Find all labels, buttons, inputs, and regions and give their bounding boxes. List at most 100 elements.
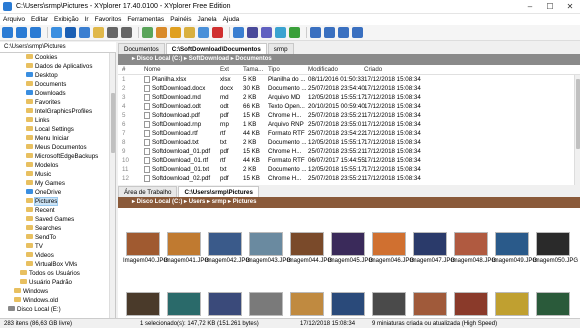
- thumbnail-image[interactable]: [413, 292, 447, 316]
- menu-arquivo[interactable]: Arquivo: [0, 14, 28, 25]
- tab-softdownload-documentos[interactable]: C:\SoftDownload\Documentos: [165, 42, 267, 54]
- thumbnail-image[interactable]: [495, 232, 529, 256]
- tree-item[interactable]: Todos os Usuários: [20, 269, 80, 278]
- menu-paineis[interactable]: Painéis: [167, 14, 194, 25]
- table-row[interactable]: 10 SoftDownload_01.rtf rtf 44 KB Formato RTF…: [118, 156, 580, 165]
- close-button[interactable]: ✕: [560, 0, 580, 14]
- thumbnail-image[interactable]: [454, 232, 488, 256]
- tree-item[interactable]: Links: [26, 116, 49, 125]
- copy-path-icon[interactable]: [142, 27, 153, 38]
- col-size[interactable]: Tama...: [243, 65, 263, 75]
- back-icon[interactable]: [2, 27, 13, 38]
- redo-icon[interactable]: [121, 27, 132, 38]
- table-row[interactable]: 4 SoftDownload.odt odt 66 KB Texto Open... 20…: [118, 102, 580, 111]
- delete-icon[interactable]: [212, 27, 223, 38]
- thumbnail-image[interactable]: [331, 292, 365, 316]
- thumbnail-image[interactable]: [372, 232, 406, 256]
- tree-scrollbar[interactable]: [109, 53, 115, 318]
- thumbnail-image[interactable]: [536, 232, 570, 256]
- menu-ajuda[interactable]: Ajuda: [220, 14, 243, 25]
- menu-ir[interactable]: Ir: [82, 14, 92, 25]
- thumbnail-image[interactable]: [372, 292, 406, 316]
- tree-icon[interactable]: [289, 27, 300, 38]
- tree-item[interactable]: Videos: [26, 251, 54, 260]
- thumbnail-image[interactable]: [536, 292, 570, 316]
- table-row[interactable]: 7 SoftDownload.rtf rtf 44 KB Formato RTF 25/0…: [118, 129, 580, 138]
- tree-item[interactable]: Modelos: [26, 161, 58, 170]
- magnifier-icon[interactable]: [233, 27, 244, 38]
- table-row[interactable]: 8 SoftDownload.txt txt 2 KB Documento ... 12/…: [118, 138, 580, 147]
- col-ext[interactable]: Ext: [220, 65, 229, 75]
- thumbnail-image[interactable]: [208, 292, 242, 316]
- tree-item[interactable]: Disco Local (E:): [8, 305, 61, 314]
- table-row[interactable]: 2 SoftDownload.docx docx 30 KB Documento ...…: [118, 84, 580, 93]
- menu-ferramentas[interactable]: Ferramentas: [124, 14, 167, 25]
- tree-item[interactable]: Local Settings: [26, 125, 74, 134]
- menu-editar[interactable]: Editar: [28, 14, 51, 25]
- search-icon[interactable]: [79, 27, 90, 38]
- tab-documentos[interactable]: Documentos: [118, 42, 165, 54]
- undo-icon[interactable]: [107, 27, 118, 38]
- col-created[interactable]: Criado: [364, 65, 382, 75]
- maximize-button[interactable]: ☐: [540, 0, 560, 14]
- tree-item[interactable]: Windows: [14, 287, 48, 296]
- thumbnail-image[interactable]: [454, 292, 488, 316]
- thumbnail-image[interactable]: [249, 292, 283, 316]
- properties-icon[interactable]: [170, 27, 181, 38]
- thumbnail-image[interactable]: [167, 232, 201, 256]
- tab-pictures[interactable]: C:\Users\srmp\Pictures: [178, 186, 259, 197]
- tree-item[interactable]: OneDrive: [26, 188, 61, 197]
- thumbnail-image[interactable]: [413, 232, 447, 256]
- tree-item[interactable]: Favorites: [26, 98, 60, 107]
- home-icon[interactable]: [51, 27, 62, 38]
- tree-item[interactable]: VirtualBox VMs: [26, 260, 77, 269]
- rename-icon[interactable]: [156, 27, 167, 38]
- thumbnail-image[interactable]: [249, 232, 283, 256]
- panel-icon[interactable]: [310, 27, 321, 38]
- tree-item[interactable]: Menu Iniciar: [26, 134, 69, 143]
- table-row[interactable]: 6 SoftDownload.rnp rnp 1 KB Arquivo RNP 25/07…: [118, 120, 580, 129]
- filter-icon[interactable]: [247, 27, 258, 38]
- col-type[interactable]: Tipo: [268, 65, 280, 75]
- thumbnail-image[interactable]: [126, 232, 160, 256]
- thumbnail-image[interactable]: [167, 292, 201, 316]
- tree-item[interactable]: MicrosoftEdgeBackups: [26, 152, 98, 161]
- up-icon[interactable]: [30, 27, 41, 38]
- table-row[interactable]: 3 SoftDownload.md md 2 KB Arquivo MD 12/05/20…: [118, 93, 580, 102]
- menu-exibicao[interactable]: Exibição: [51, 14, 82, 25]
- thumbnail-image[interactable]: [290, 232, 324, 256]
- tree-item[interactable]: IntelGraphicsProfiles: [26, 107, 92, 116]
- tree-item[interactable]: Music: [26, 170, 51, 179]
- tree-item[interactable]: SendTo: [26, 233, 56, 242]
- tree-item[interactable]: Searches: [26, 224, 61, 233]
- tab-srmp[interactable]: srmp: [267, 42, 294, 54]
- col-name[interactable]: Nome: [144, 65, 161, 75]
- table-row[interactable]: 12 Softdownload_02.pdf pdf 15 KB Chrome H...…: [118, 174, 580, 183]
- thumbnail-image[interactable]: [495, 292, 529, 316]
- table-row[interactable]: 5 Softdownload.pdf pdf 15 KB Chrome H... 25/0…: [118, 111, 580, 120]
- tree-scroll-thumb[interactable]: [111, 93, 115, 153]
- table-row[interactable]: 11 SoftDownload_01.txt txt 2 KB Documento ..…: [118, 165, 580, 174]
- forward-icon[interactable]: [16, 27, 27, 38]
- sync-icon[interactable]: [275, 27, 286, 38]
- thumbnail-image[interactable]: [290, 292, 324, 316]
- pane1-breadcrumb[interactable]: ▸ Disco Local (C:) ▸ SoftDownload ▸ Docu…: [118, 54, 580, 65]
- minimize-button[interactable]: –: [520, 0, 540, 14]
- target-icon[interactable]: [65, 27, 76, 38]
- layout-icon[interactable]: [324, 27, 335, 38]
- tree-item[interactable]: Documents: [26, 80, 66, 89]
- table-row[interactable]: 1 Planilha.xlsx xlsx 5 KB Planilha do ... 08/…: [118, 75, 580, 84]
- tree-item[interactable]: Windows.old: [14, 296, 58, 305]
- tree-item[interactable]: Recent: [26, 206, 55, 215]
- move-icon[interactable]: [184, 27, 195, 38]
- tree-item[interactable]: TV: [26, 242, 43, 251]
- thumbnail-image[interactable]: [208, 232, 242, 256]
- table-row[interactable]: 9 Softdownload_01.pdf pdf 15 KB Chrome H... 2…: [118, 147, 580, 156]
- copy-icon[interactable]: [198, 27, 209, 38]
- thumbnail-image[interactable]: [126, 292, 160, 316]
- panel2-icon[interactable]: [338, 27, 349, 38]
- col-number[interactable]: #: [122, 65, 125, 75]
- menu-janela[interactable]: Janela: [195, 14, 220, 25]
- pane2-breadcrumb[interactable]: ▸ Disco Local (C:) ▸ Users ▸ srmp ▸ Pict…: [118, 197, 580, 208]
- settings-icon[interactable]: [352, 27, 363, 38]
